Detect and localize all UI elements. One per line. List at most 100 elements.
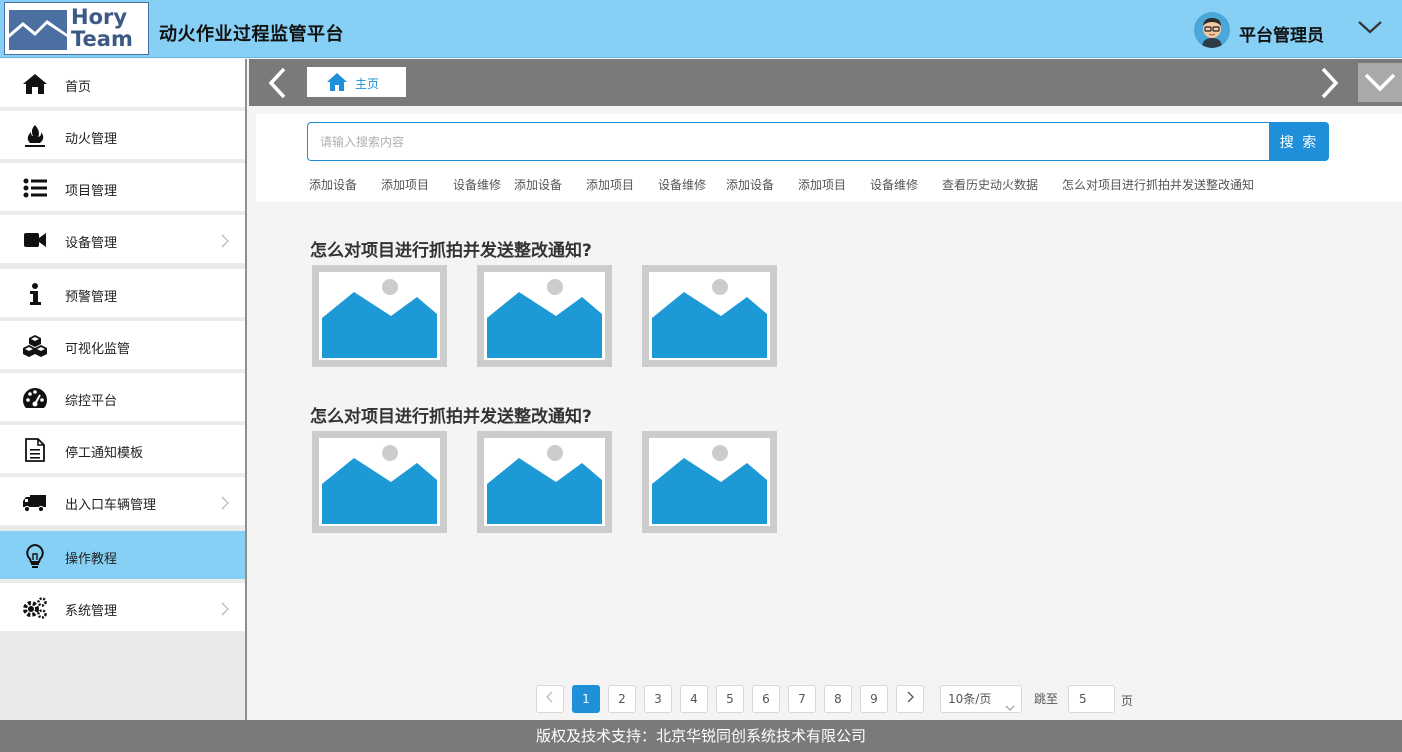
- sidebar: 首页 动火管理 项目管理 设备管理 预警管理 可视化监管 综控平台 停工通知模板…: [0, 59, 247, 720]
- sidebar-item-control[interactable]: 综控平台: [0, 373, 245, 423]
- tutorial-section-title: 怎么对项目进行抓拍并发送整改通知?: [310, 241, 592, 261]
- quick-link[interactable]: 添加项目: [798, 176, 846, 193]
- sidebar-item-label: 综控平台: [65, 394, 118, 409]
- sidebar-item-vehicles[interactable]: 出入口车辆管理: [0, 477, 245, 527]
- sidebar-item-label: 动火管理: [65, 132, 118, 147]
- chevron-right-icon: [220, 495, 230, 510]
- sidebar-item-label: 可视化监管: [65, 342, 131, 357]
- pagination-page[interactable]: 2: [608, 685, 636, 713]
- jump-to-label: 跳至: [1034, 692, 1059, 706]
- image-placeholder-icon: [319, 272, 440, 360]
- sidebar-item-label: 操作教程: [65, 552, 118, 567]
- pagination-page[interactable]: 7: [788, 685, 816, 713]
- sidebar-item-home[interactable]: 首页: [0, 59, 245, 109]
- fire-icon: [22, 124, 48, 148]
- tutorial-thumbnail[interactable]: [477, 265, 612, 367]
- dashboard-icon: [22, 386, 48, 410]
- logo-line1: Hory: [71, 5, 128, 29]
- gears-icon: [22, 596, 48, 620]
- quick-link[interactable]: 添加项目: [586, 176, 634, 193]
- tutorial-thumbnail[interactable]: [642, 265, 777, 367]
- quick-link[interactable]: 添加项目: [381, 176, 429, 193]
- quick-link[interactable]: 设备维修: [453, 176, 501, 193]
- sidebar-item-label: 项目管理: [65, 184, 118, 199]
- quick-link[interactable]: 查看历史动火数据: [942, 176, 1038, 193]
- tab-home-label: 主页: [355, 77, 380, 91]
- document-icon: [22, 438, 48, 462]
- search-input[interactable]: [307, 122, 1270, 161]
- chevron-right-icon: [907, 691, 914, 703]
- quick-link[interactable]: 怎么对项目进行抓拍并发送整改通知: [1062, 176, 1254, 193]
- list-icon: [22, 176, 48, 200]
- pagination-page[interactable]: 1: [572, 685, 600, 713]
- quick-link[interactable]: 设备维修: [658, 176, 706, 193]
- tutorial-thumbnail[interactable]: [477, 431, 612, 533]
- info-icon: [22, 282, 48, 306]
- image-placeholder-icon: [484, 438, 605, 526]
- image-placeholder-icon: [649, 438, 770, 526]
- app-title: 动火作业过程监管平台: [159, 24, 344, 45]
- logo-mountain-icon: [9, 10, 67, 50]
- tutorial-section-title: 怎么对项目进行抓拍并发送整改通知?: [310, 407, 592, 427]
- page-suffix-label: 页: [1121, 694, 1134, 708]
- tutorial-thumbnail[interactable]: [312, 431, 447, 533]
- image-placeholder-icon: [649, 272, 770, 360]
- chevron-down-icon: [1005, 695, 1015, 711]
- video-camera-icon: [22, 228, 48, 252]
- tutorial-thumbnail[interactable]: [312, 265, 447, 367]
- chevron-right-icon: [220, 601, 230, 616]
- quick-link[interactable]: 添加设备: [309, 176, 357, 193]
- sidebar-item-devices[interactable]: 设备管理: [0, 215, 245, 265]
- sidebar-item-fire[interactable]: 动火管理: [0, 111, 245, 161]
- sidebar-item-label: 首页: [65, 80, 92, 95]
- sidebar-item-stop-notice[interactable]: 停工通知模板: [0, 425, 245, 475]
- chevron-right-icon: [220, 233, 230, 248]
- sidebar-item-label: 设备管理: [65, 236, 118, 251]
- search-panel: 搜 索 添加设备 添加项目 设备维修 添加设备 添加项目 设备维修 添加设备 添…: [256, 114, 1402, 202]
- sidebar-item-label: 出入口车辆管理: [65, 498, 157, 513]
- page-size-select[interactable]: 10条/页: [940, 685, 1022, 713]
- pagination-next-button[interactable]: [896, 685, 924, 713]
- user-name[interactable]: 平台管理员: [1239, 21, 1324, 46]
- sidebar-item-projects[interactable]: 项目管理: [0, 163, 245, 213]
- pagination-page[interactable]: 6: [752, 685, 780, 713]
- pagination-prev-button[interactable]: [536, 685, 564, 713]
- search-button[interactable]: 搜 索: [1269, 122, 1329, 161]
- tab-prev-chevron-icon[interactable]: [266, 66, 290, 100]
- quick-link[interactable]: 添加设备: [514, 176, 562, 193]
- jump-to-page-input[interactable]: [1068, 685, 1115, 713]
- quick-link[interactable]: 设备维修: [870, 176, 918, 193]
- chevron-left-icon: [546, 691, 553, 703]
- sidebar-item-tutorials[interactable]: 操作教程: [0, 531, 245, 581]
- tab-home[interactable]: 主页: [307, 67, 406, 97]
- pagination-page[interactable]: 9: [860, 685, 888, 713]
- lightbulb-icon: [22, 543, 48, 568]
- tab-next-chevron-icon[interactable]: [1317, 66, 1341, 100]
- footer-copyright: 版权及技术支持：北京华锐同创系统技术有限公司: [0, 720, 1402, 752]
- app-logo[interactable]: Hory Team: [4, 2, 149, 55]
- user-menu-chevron-icon[interactable]: [1356, 14, 1384, 42]
- pagination-page[interactable]: 5: [716, 685, 744, 713]
- user-avatar[interactable]: [1194, 12, 1230, 48]
- logo-line2: Team: [71, 27, 133, 51]
- home-icon: [22, 72, 48, 96]
- cubes-icon: [22, 334, 48, 358]
- sidebar-item-label: 系统管理: [65, 604, 118, 619]
- pagination-page[interactable]: 3: [644, 685, 672, 713]
- sidebar-item-visual[interactable]: 可视化监管: [0, 321, 245, 371]
- image-placeholder-icon: [484, 272, 605, 360]
- tutorial-thumbnail[interactable]: [642, 431, 777, 533]
- pagination-page[interactable]: 4: [680, 685, 708, 713]
- truck-icon: [22, 490, 48, 514]
- logo-text: Hory Team: [71, 6, 133, 50]
- chevron-down-icon: [1364, 73, 1396, 92]
- sidebar-item-label: 停工通知模板: [65, 446, 144, 461]
- sidebar-item-alerts[interactable]: 预警管理: [0, 269, 245, 319]
- quick-link[interactable]: 添加设备: [726, 176, 774, 193]
- page-size-value: 10条/页: [948, 692, 992, 706]
- sidebar-item-label: 预警管理: [65, 290, 118, 305]
- tab-menu-button[interactable]: [1358, 63, 1402, 102]
- pagination-page[interactable]: 8: [824, 685, 852, 713]
- sidebar-item-system[interactable]: 系统管理: [0, 583, 245, 633]
- home-icon: [327, 73, 347, 91]
